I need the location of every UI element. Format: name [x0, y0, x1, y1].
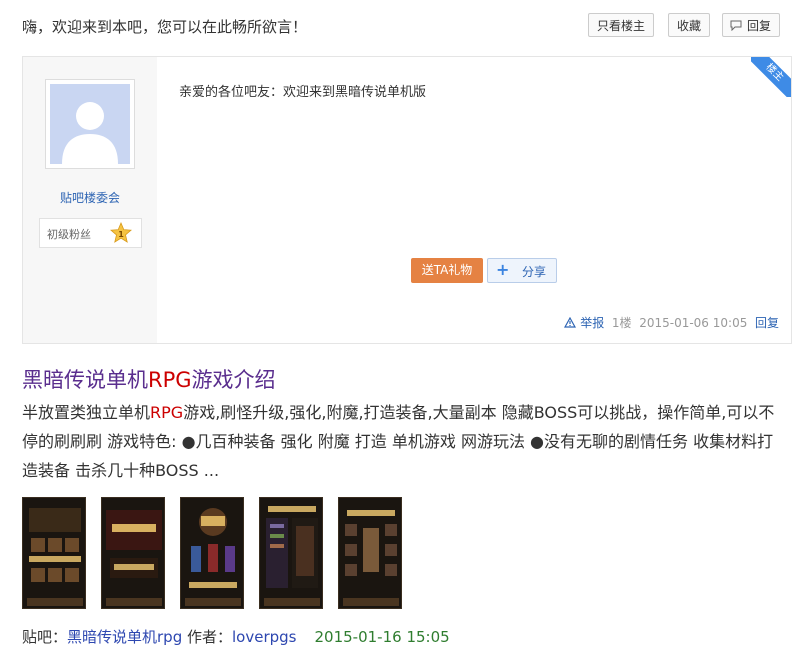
owner-badge-label: 楼主 — [751, 57, 791, 97]
abstract-part: 半放置类独立单机 — [22, 403, 151, 422]
post-tail: 举报 1楼 2015-01-06 10:05 回复 — [564, 314, 779, 331]
floor-number: 1楼 — [611, 316, 632, 330]
bar-label: 贴吧： — [22, 628, 68, 646]
post-reply-link[interactable]: 回复 — [755, 316, 779, 330]
result-meta: 贴吧：黑暗传说单机rpg 作者：loverpgs 2015-01-16 15:05 — [22, 626, 450, 647]
comment-icon — [730, 20, 742, 31]
share-label: 分享 — [522, 265, 547, 279]
welcome-text: 嗨，欢迎来到本吧，您可以在此畅所欲言！ — [22, 18, 308, 36]
post-floor: 贴吧楼委会 初级粉丝 1 楼主 亲爱的各位吧友：欢迎来到黑暗传说单机版 送TA礼… — [22, 56, 792, 344]
thread-toolbar: 嗨，欢迎来到本吧，您可以在此畅所欲言！ 只看楼主 收藏 回复 — [0, 0, 800, 52]
thumbnail-image[interactable] — [259, 497, 323, 609]
warning-icon[interactable] — [564, 316, 577, 328]
avatar[interactable] — [45, 79, 135, 169]
result-title-part: 黑暗传说单机 — [22, 368, 148, 392]
result-abstract: 半放置类独立单机RPG游戏,刷怪升级,强化,附魔,打造装备,大量副本 隐藏BOS… — [22, 398, 787, 485]
thumbnail-image[interactable] — [338, 497, 402, 609]
level-name: 初级粉丝 — [47, 228, 91, 241]
collect-button[interactable]: 收藏 — [668, 13, 711, 37]
bar-name-link[interactable]: 黑暗传说单机rpg — [67, 628, 182, 646]
post-time: 2015-01-06 10:05 — [639, 316, 748, 330]
share-button[interactable]: + 分享 — [487, 258, 557, 283]
thumbnail-image[interactable] — [101, 497, 165, 609]
level-number: 1 — [118, 230, 124, 239]
level-badge[interactable]: 初级粉丝 1 — [39, 218, 142, 248]
plus-icon: + — [496, 260, 510, 279]
thumbnail-image[interactable] — [22, 497, 86, 609]
result-title-highlight: RPG — [148, 368, 192, 392]
post-content: 亲爱的各位吧友：欢迎来到黑暗传说单机版 — [179, 85, 427, 100]
send-gift-button[interactable]: 送TA礼物 — [411, 258, 483, 283]
owner-corner-badge: 楼主 — [751, 57, 791, 97]
report-link[interactable]: 举报 — [580, 316, 604, 330]
thumbnail-image[interactable] — [180, 497, 244, 609]
default-avatar-icon — [50, 84, 130, 164]
author-name[interactable]: 贴吧楼委会 — [23, 189, 157, 206]
author-panel: 贴吧楼委会 初级粉丝 1 — [23, 57, 157, 343]
author-label: 作者： — [182, 628, 233, 646]
reply-button-label: 回复 — [747, 19, 772, 33]
author-link[interactable]: loverpgs — [232, 628, 296, 646]
star-icon: 1 — [110, 222, 132, 243]
result-title[interactable]: 黑暗传说单机RPG游戏介绍 — [22, 364, 276, 394]
reply-button[interactable]: 回复 — [722, 13, 781, 37]
result-date: 2015-01-16 15:05 — [314, 628, 450, 646]
only-owner-button[interactable]: 只看楼主 — [588, 13, 655, 37]
result-title-part: 游戏介绍 — [191, 368, 276, 392]
abstract-highlight: RPG — [150, 403, 184, 422]
